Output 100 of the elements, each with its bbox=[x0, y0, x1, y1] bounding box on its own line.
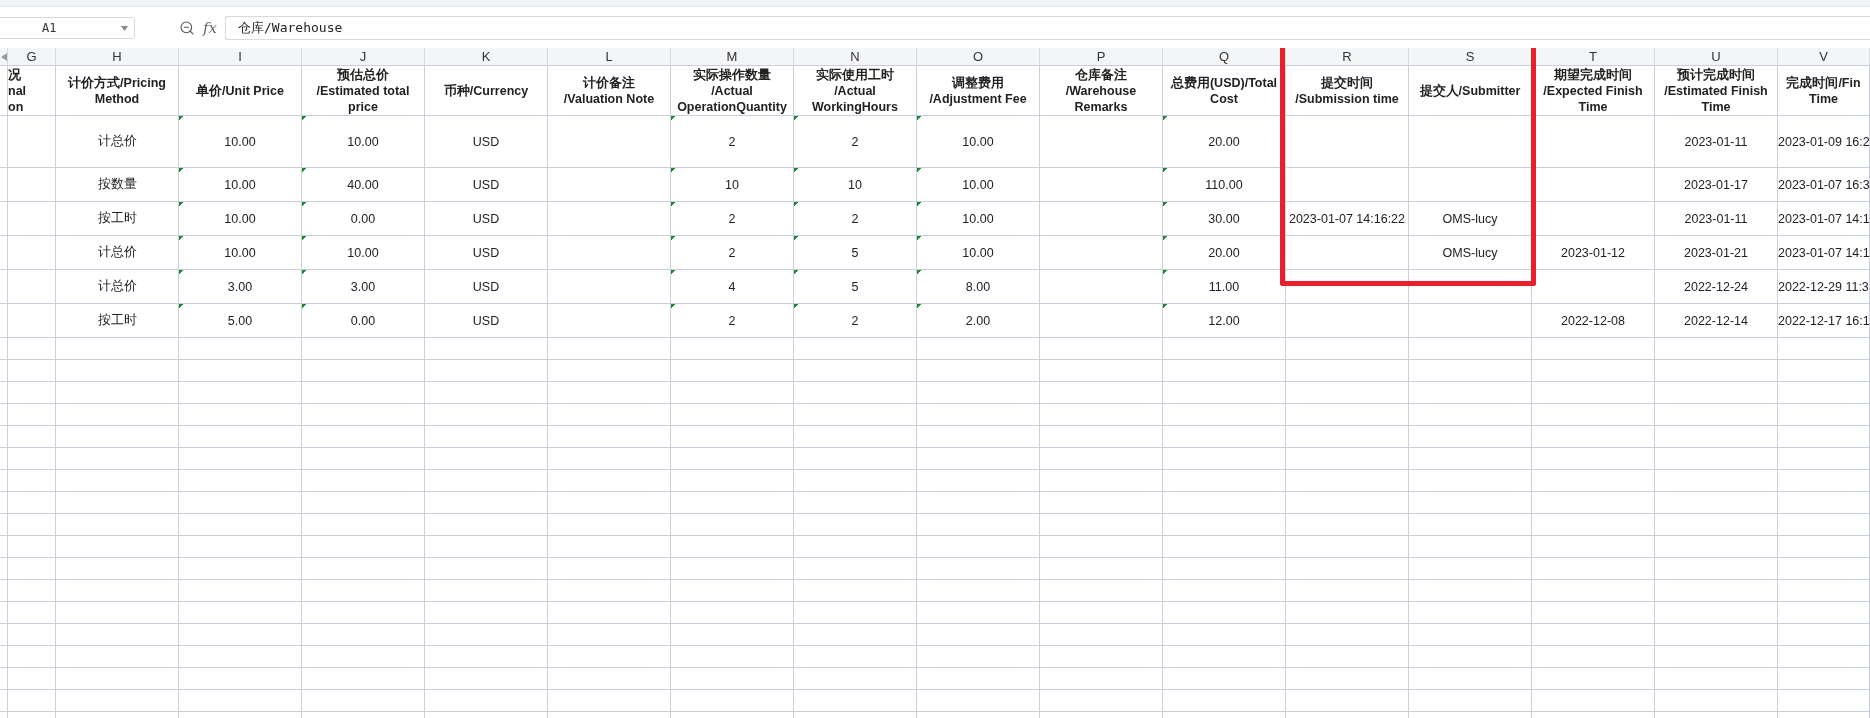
table-cell: 计总价 bbox=[56, 236, 179, 270]
table-cell: USD bbox=[425, 270, 548, 304]
column-letter[interactable]: K bbox=[425, 48, 548, 66]
column-header: 单价/Unit Price bbox=[179, 66, 302, 116]
column-letter[interactable]: N bbox=[794, 48, 917, 66]
table-cell: 8.00 bbox=[917, 270, 1040, 304]
formula-field[interactable]: 仓库/Warehouse bbox=[225, 16, 1870, 40]
table-cell: 2023-01-11 bbox=[1655, 202, 1778, 236]
table-cell: 2023-01-09 16:2 bbox=[1778, 116, 1870, 168]
column-letter[interactable]: H bbox=[56, 48, 179, 66]
dropdown-caret-icon[interactable] bbox=[121, 25, 128, 31]
table-cell: 30.00 bbox=[1163, 202, 1286, 236]
table-cell: OMS-lucy bbox=[1409, 236, 1532, 270]
table-cell: 计总价 bbox=[56, 116, 179, 168]
table-cell: 2023-01-07 14:16:22 bbox=[1286, 202, 1409, 236]
empty-cell bbox=[8, 558, 56, 580]
table-cell: 10 bbox=[794, 168, 917, 202]
table-cell: 2 bbox=[671, 236, 794, 270]
table-cell: 2022-12-29 11:3 bbox=[1778, 270, 1870, 304]
table-cell: 3.00 bbox=[179, 270, 302, 304]
column-header: 计价备注 /Valuation Note bbox=[548, 66, 671, 116]
empty-cell bbox=[8, 168, 56, 202]
column-letter[interactable]: G bbox=[8, 48, 56, 66]
column-letter[interactable]: V bbox=[1778, 48, 1870, 66]
empty-cell bbox=[8, 668, 56, 690]
empty-cell bbox=[8, 448, 56, 470]
table-cell: 2022-12-14 bbox=[1655, 304, 1778, 338]
table-cell: 0.00 bbox=[302, 202, 425, 236]
column-header: 实际操作数量 /Actual OperationQuantity bbox=[671, 66, 794, 116]
table-cell: 2022-12-24 bbox=[1655, 270, 1778, 304]
table-cell: 2023-01-07 16:3 bbox=[1778, 168, 1870, 202]
table-cell: 2 bbox=[794, 202, 917, 236]
table-cell: 2023-01-17 bbox=[1655, 168, 1778, 202]
empty-cell bbox=[8, 338, 56, 360]
table-cell: USD bbox=[425, 202, 548, 236]
empty-cell bbox=[8, 426, 56, 448]
table-cell: 10.00 bbox=[179, 116, 302, 168]
column-letter[interactable]: R bbox=[1286, 48, 1409, 66]
table-cell: 10.00 bbox=[179, 202, 302, 236]
fx-label[interactable]: fx bbox=[203, 19, 217, 37]
column-letter[interactable]: J bbox=[302, 48, 425, 66]
table-cell: 10.00 bbox=[917, 202, 1040, 236]
empty-cell bbox=[8, 304, 56, 338]
name-box[interactable]: A1 bbox=[0, 17, 135, 39]
empty-cell bbox=[8, 236, 56, 270]
table-cell: 110.00 bbox=[1163, 168, 1286, 202]
empty-cell bbox=[8, 514, 56, 536]
table-cell: 计总价 bbox=[56, 270, 179, 304]
table-cell: 按数量 bbox=[56, 168, 179, 202]
table-cell: 2 bbox=[671, 202, 794, 236]
table-cell: 2023-01-07 14:1 bbox=[1778, 202, 1870, 236]
table-cell: 2023-01-12 bbox=[1532, 236, 1655, 270]
empty-cell bbox=[8, 404, 56, 426]
empty-cell bbox=[8, 492, 56, 514]
empty-cell bbox=[8, 270, 56, 304]
table-cell: 2023-01-07 14:1 bbox=[1778, 236, 1870, 270]
table-cell: 2 bbox=[794, 116, 917, 168]
table-cell: 2022-12-17 16:1 bbox=[1778, 304, 1870, 338]
column-header: 完成时间/Fin Time bbox=[1778, 66, 1870, 116]
column-header: 总费用(USD)/Total Cost bbox=[1163, 66, 1286, 116]
column-letter[interactable]: O bbox=[917, 48, 1040, 66]
table-cell: 2 bbox=[671, 116, 794, 168]
table-cell: 10.00 bbox=[302, 236, 425, 270]
column-header: 币种/Currency bbox=[425, 66, 548, 116]
empty-cell bbox=[8, 470, 56, 492]
empty-cell bbox=[8, 202, 56, 236]
table-cell: USD bbox=[425, 236, 548, 270]
empty-cell bbox=[8, 536, 56, 558]
column-header: 期望完成时间 /Expected Finish Time bbox=[1532, 66, 1655, 116]
column-letter[interactable]: Q bbox=[1163, 48, 1286, 66]
table-cell: 2 bbox=[794, 304, 917, 338]
column-header: 预估总价 /Estimated total price bbox=[302, 66, 425, 116]
table-cell: 按工时 bbox=[56, 304, 179, 338]
table-cell: 10.00 bbox=[917, 168, 1040, 202]
column-letter[interactable]: U bbox=[1655, 48, 1778, 66]
empty-cell bbox=[8, 580, 56, 602]
column-header: 计价方式/Pricing Method bbox=[56, 66, 179, 116]
column-letter[interactable]: I bbox=[179, 48, 302, 66]
table-cell: 3.00 bbox=[302, 270, 425, 304]
column-header: 仓库备注 /Warehouse Remarks bbox=[1040, 66, 1163, 116]
table-cell: 20.00 bbox=[1163, 236, 1286, 270]
column-letter[interactable]: S bbox=[1409, 48, 1532, 66]
column-header: 调整费用 /Adjustment Fee bbox=[917, 66, 1040, 116]
table-cell: 12.00 bbox=[1163, 304, 1286, 338]
table-cell: 2022-12-08 bbox=[1532, 304, 1655, 338]
column-letter[interactable]: P bbox=[1040, 48, 1163, 66]
table-cell: 10.00 bbox=[179, 168, 302, 202]
table-cell: 5.00 bbox=[179, 304, 302, 338]
column-letter[interactable]: L bbox=[548, 48, 671, 66]
table-cell: 10.00 bbox=[917, 236, 1040, 270]
column-letter[interactable]: M bbox=[671, 48, 794, 66]
table-cell: OMS-lucy bbox=[1409, 202, 1532, 236]
table-cell: 2023-01-21 bbox=[1655, 236, 1778, 270]
empty-cell bbox=[8, 360, 56, 382]
table-cell: USD bbox=[425, 116, 548, 168]
table-cell: 0.00 bbox=[302, 304, 425, 338]
table-cell: 20.00 bbox=[1163, 116, 1286, 168]
zoom-out-icon[interactable] bbox=[179, 20, 195, 36]
column-header: 况 nal on bbox=[8, 66, 56, 116]
table-cell: 11.00 bbox=[1163, 270, 1286, 304]
